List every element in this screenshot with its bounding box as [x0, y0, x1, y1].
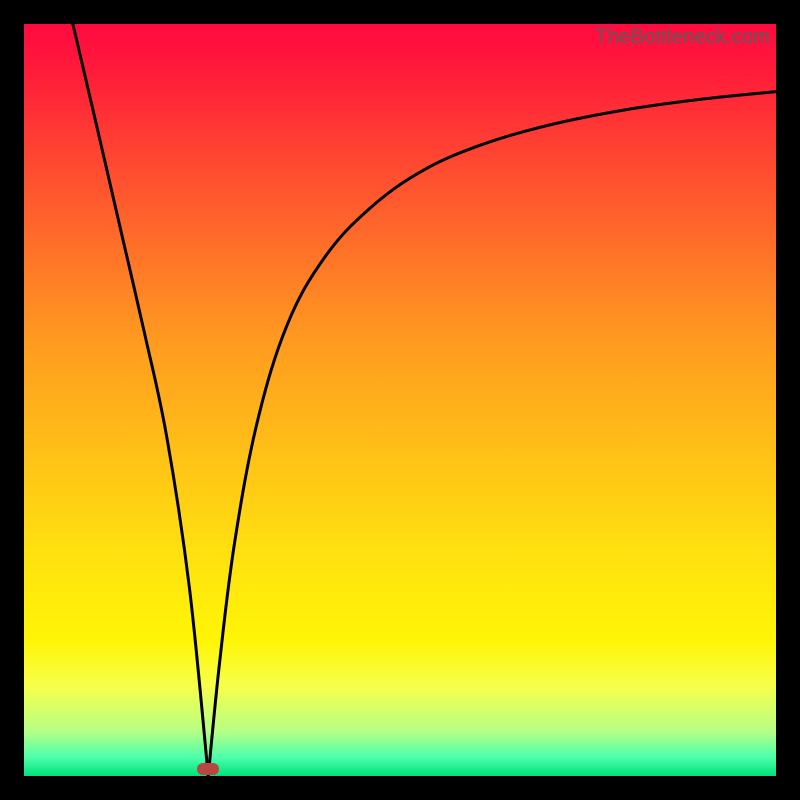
minimum-marker: [197, 763, 219, 775]
curve-right-branch: [208, 92, 776, 776]
curve-left-branch: [73, 24, 208, 776]
chart-plot-area: TheBottleneck.com: [24, 24, 776, 776]
bottleneck-curve: [24, 24, 776, 776]
watermark-text: TheBottleneck.com: [595, 26, 770, 49]
